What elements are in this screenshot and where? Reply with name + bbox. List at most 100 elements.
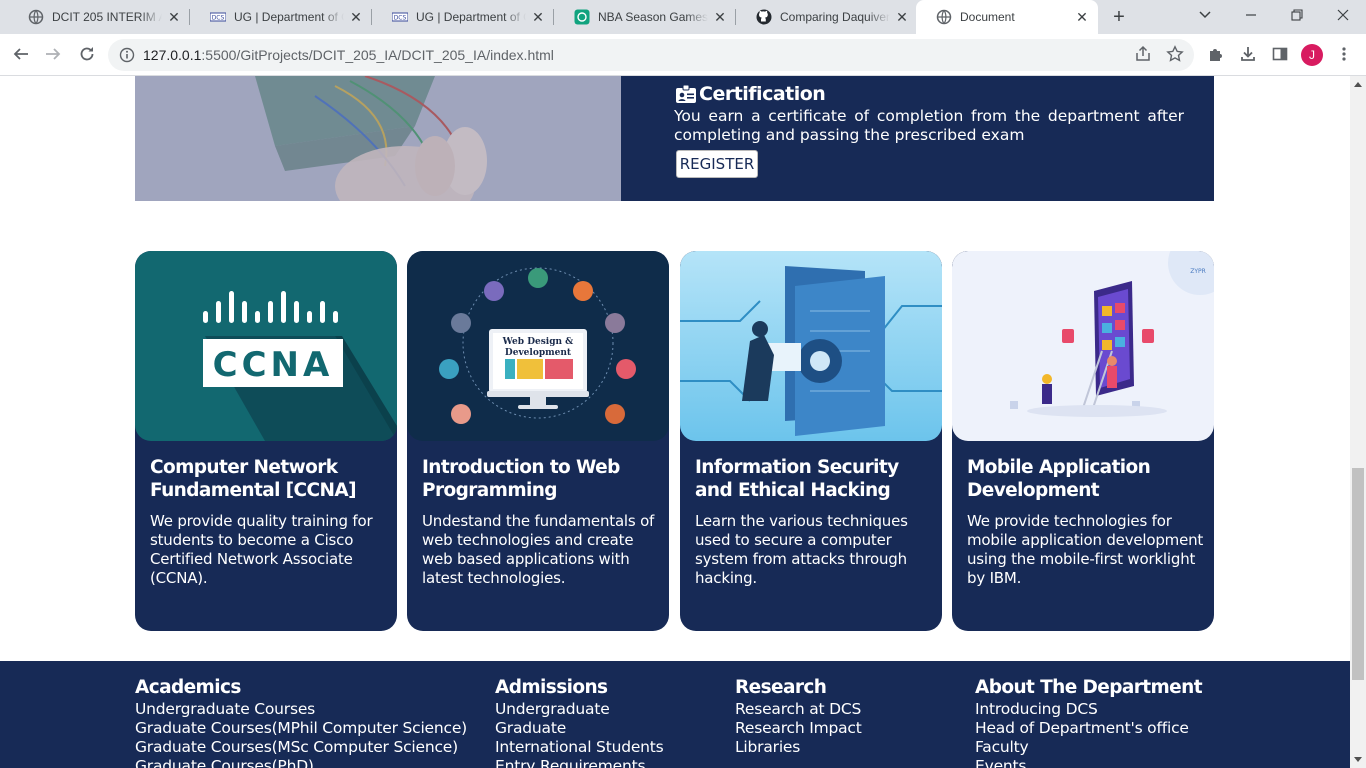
footer-link[interactable]: Graduate (495, 719, 664, 738)
tab-title: UG | Department of Computer Science (416, 10, 526, 24)
browser-tab[interactable]: DCS UG | Department of Computer Science … (190, 0, 372, 34)
card-title: Mobile Application Development (967, 457, 1151, 501)
tab-search-icon[interactable] (1182, 0, 1228, 30)
web-design-label-1: Web Design & (502, 337, 574, 347)
circuit-board-photo (135, 76, 621, 201)
card-description: Learn the various techniques used to sec… (695, 512, 908, 587)
url-host: 127.0.0.1 (143, 47, 202, 63)
course-card-information-security[interactable]: Information Security and Ethical Hacking… (680, 251, 942, 631)
tab-title: Comparing Daquiver's changes (780, 10, 890, 24)
register-button[interactable]: REGISTER (676, 150, 758, 178)
course-card-ccna[interactable]: CCNA Computer Network Fundamental [CCNA]… (135, 251, 397, 631)
zypr-watermark: ZYPR (1190, 268, 1206, 275)
extensions-puzzle-icon[interactable] (1201, 39, 1231, 69)
scroll-down-arrow-icon[interactable] (1354, 757, 1362, 762)
reload-icon[interactable] (72, 39, 102, 69)
close-tab-icon[interactable]: ✕ (344, 5, 368, 29)
address-bar[interactable]: 127.0.0.1:5500/GitProjects/DCIT_205_IA/D… (108, 39, 1194, 71)
certification-section: Certification You earn a certificate of … (135, 76, 1214, 201)
footer-link[interactable]: Graduate Courses(MPhil Computer Science) (135, 719, 467, 738)
close-tab-icon[interactable]: ✕ (162, 5, 186, 29)
browser-tab[interactable]: NBA Season Games: Stats ✕ (554, 0, 736, 34)
url-text: 127.0.0.1:5500/GitProjects/DCIT_205_IA/D… (143, 47, 554, 63)
menu-kebab-icon[interactable] (1329, 39, 1359, 69)
side-panel-icon[interactable] (1265, 39, 1295, 69)
scroll-up-arrow-icon[interactable] (1354, 82, 1362, 87)
security-course-image (680, 251, 942, 441)
web-design-label-2: Development (505, 348, 572, 358)
certification-heading: Certification (675, 83, 826, 105)
id-badge-icon (675, 84, 697, 104)
footer-link[interactable]: International Students (495, 738, 664, 757)
footer-heading: Admissions (495, 677, 608, 698)
ug-logo-icon: DCS (210, 9, 226, 25)
card-title: Introduction to Web Programming (422, 457, 620, 501)
github-icon (756, 9, 772, 25)
browser-tab-strip: DCIT 205 INTERIM ASSESSMENT ✕ DCS UG | D… (0, 0, 1366, 34)
svg-text:DCS: DCS (394, 15, 407, 22)
footer-link[interactable]: Research at DCS (735, 700, 862, 719)
footer-heading: Academics (135, 677, 241, 698)
close-tab-icon[interactable]: ✕ (890, 5, 914, 29)
browser-tab[interactable]: DCIT 205 INTERIM ASSESSMENT ✕ (8, 0, 190, 34)
mobile-dev-course-image: ZYPR (952, 251, 1214, 441)
svg-text:DCS: DCS (212, 15, 225, 22)
share-icon[interactable] (1134, 45, 1152, 68)
profile-avatar[interactable]: J (1301, 44, 1323, 66)
browser-tab[interactable]: Comparing Daquiver's changes ✕ (736, 0, 918, 34)
scrollbar-thumb[interactable] (1352, 468, 1364, 680)
tab-title: DCIT 205 INTERIM ASSESSMENT (52, 10, 162, 24)
forward-arrow-icon[interactable] (38, 39, 68, 69)
footer-link[interactable]: Faculty (975, 738, 1202, 757)
course-card-mobile-development[interactable]: ZYPR Mobile Application Development We p… (952, 251, 1214, 631)
ccna-logo-text: CCNA (213, 345, 334, 385)
ccna-course-image: CCNA (135, 251, 397, 441)
browser-tab-active[interactable]: Document ✕ (916, 0, 1098, 34)
card-title: Computer Network Fundamental [CCNA] (150, 457, 357, 501)
certification-description: You earn a certificate of completion fro… (674, 107, 1184, 144)
close-tab-icon[interactable]: ✕ (1070, 5, 1094, 29)
card-description: We provide technologies for mobile appli… (967, 512, 1204, 587)
close-tab-icon[interactable]: ✕ (526, 5, 550, 29)
site-footer: Academics Undergraduate Courses Graduate… (0, 661, 1350, 768)
restore-button[interactable] (1274, 0, 1320, 30)
footer-heading: About The Department (975, 677, 1203, 698)
course-card-web-programming[interactable]: Web Design & Development Introduction to… (407, 251, 669, 631)
footer-link[interactable]: Libraries (735, 738, 862, 757)
card-title: Information Security and Ethical Hacking (695, 457, 899, 501)
footer-link[interactable]: Graduate Courses(PhD) (135, 757, 467, 768)
back-arrow-icon[interactable] (6, 39, 36, 69)
footer-link[interactable]: Entry Requirements (495, 757, 664, 768)
download-icon[interactable] (1233, 39, 1263, 69)
footer-link[interactable]: Head of Department's office (975, 719, 1202, 738)
certification-title: Certification (699, 83, 826, 105)
footer-link[interactable]: Undergraduate Courses (135, 700, 467, 719)
bookmark-star-icon[interactable] (1166, 45, 1184, 68)
page-viewport: Certification You earn a certificate of … (0, 76, 1350, 768)
minimize-button[interactable] (1228, 0, 1274, 30)
footer-heading: Research (735, 677, 827, 698)
chatgpt-icon (574, 9, 590, 25)
footer-column-academics: Academics Undergraduate Courses Graduate… (135, 677, 467, 768)
footer-column-admissions: Admissions Undergraduate Graduate Intern… (495, 677, 664, 768)
footer-link[interactable]: Research Impact (735, 719, 862, 738)
footer-link[interactable]: Events (975, 757, 1202, 768)
footer-link[interactable]: Introducing DCS (975, 700, 1202, 719)
web-design-course-image: Web Design & Development (407, 251, 669, 441)
footer-column-about: About The Department Introducing DCS Hea… (975, 677, 1203, 768)
site-info-icon[interactable] (116, 44, 138, 66)
tab-title: Document (960, 10, 1015, 24)
ug-logo-icon: DCS (392, 9, 408, 25)
close-tab-icon[interactable]: ✕ (708, 5, 732, 29)
footer-link[interactable]: Graduate Courses(MSc Computer Science) (135, 738, 467, 757)
browser-tab[interactable]: DCS UG | Department of Computer Science … (372, 0, 554, 34)
footer-link[interactable]: Undergraduate (495, 700, 664, 719)
card-description: We provide quality training for students… (150, 512, 373, 587)
browser-toolbar: 127.0.0.1:5500/GitProjects/DCIT_205_IA/D… (0, 34, 1366, 76)
card-description: Undestand the fundamentals of web techno… (422, 512, 655, 587)
url-path: :5500/GitProjects/DCIT_205_IA/DCIT_205_I… (201, 47, 554, 63)
new-tab-button[interactable]: + (1106, 4, 1132, 30)
page-scrollbar[interactable] (1350, 76, 1366, 768)
footer-column-research: Research Research at DCS Research Impact… (735, 677, 862, 757)
close-window-button[interactable] (1320, 0, 1366, 30)
